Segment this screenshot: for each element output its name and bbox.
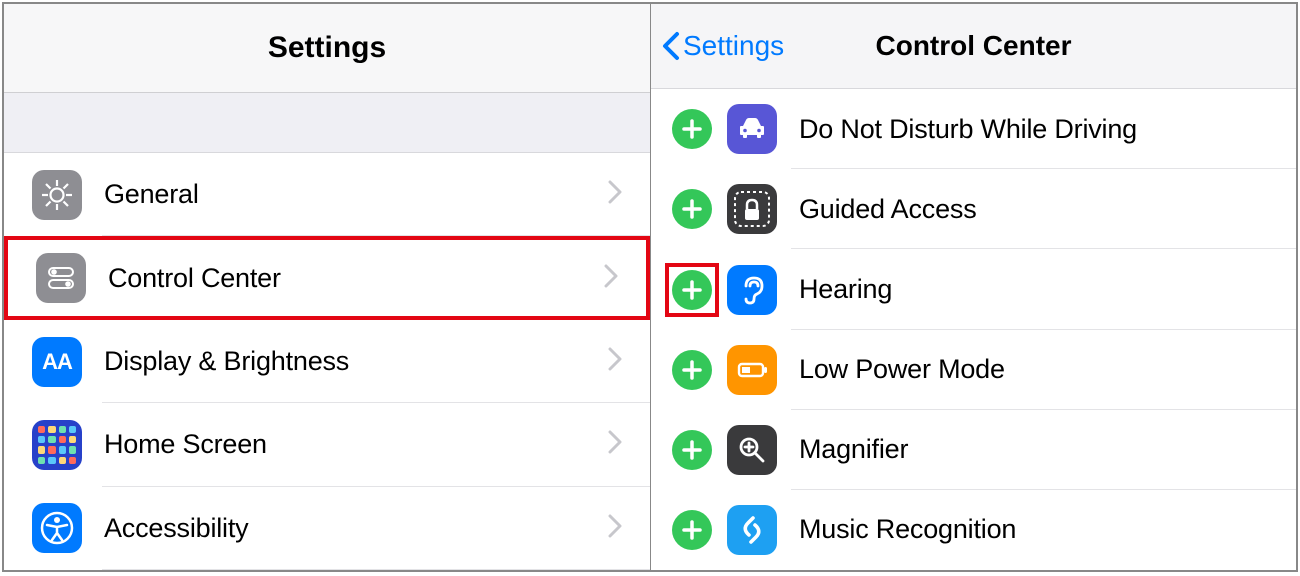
row-label: Accessibility xyxy=(104,513,248,544)
row-label: Music Recognition xyxy=(799,514,1016,545)
row-label: Guided Access xyxy=(799,194,977,225)
chevron-right-icon xyxy=(608,430,622,459)
add-wrap xyxy=(665,423,719,477)
back-button[interactable]: Settings xyxy=(659,30,784,62)
accessibility-icon xyxy=(32,503,82,553)
add-button[interactable] xyxy=(672,109,712,149)
control-center-panel: Settings Control Center Do Not Disturb W… xyxy=(651,4,1296,570)
row-dnd-driving: Do Not Disturb While Driving xyxy=(651,89,1296,169)
row-label: Hearing xyxy=(799,274,892,305)
row-label: Control Center xyxy=(108,263,281,294)
battery-icon xyxy=(727,345,777,395)
add-button[interactable] xyxy=(672,430,712,470)
row-guided-access: Guided Access xyxy=(651,169,1296,249)
ear-icon xyxy=(727,265,777,315)
row-home-screen[interactable]: Home Screen xyxy=(4,403,650,486)
add-button[interactable] xyxy=(672,189,712,229)
control-center-header: Settings Control Center xyxy=(651,4,1296,89)
row-accessibility[interactable]: Accessibility xyxy=(4,487,650,570)
back-label: Settings xyxy=(683,30,784,62)
chevron-right-icon xyxy=(608,180,622,209)
row-label: Low Power Mode xyxy=(799,354,1005,385)
display-brightness-icon: AA xyxy=(32,337,82,387)
row-label: General xyxy=(104,179,199,210)
add-wrap xyxy=(665,263,719,317)
row-label: Do Not Disturb While Driving xyxy=(799,114,1137,145)
row-general[interactable]: General xyxy=(4,153,650,236)
add-wrap xyxy=(665,343,719,397)
general-icon xyxy=(32,170,82,220)
section-gap xyxy=(4,93,650,153)
control-center-icon xyxy=(36,253,86,303)
chevron-right-icon xyxy=(608,347,622,376)
add-wrap xyxy=(665,102,719,156)
row-control-center[interactable]: Control Center xyxy=(4,236,650,319)
add-wrap xyxy=(665,182,719,236)
settings-header: Settings xyxy=(4,4,650,93)
home-screen-icon xyxy=(32,420,82,470)
magnifier-icon xyxy=(727,425,777,475)
chevron-right-icon xyxy=(608,514,622,543)
row-label: Home Screen xyxy=(104,429,267,460)
row-label: Magnifier xyxy=(799,434,908,465)
row-low-power: Low Power Mode xyxy=(651,330,1296,410)
page-title: Settings xyxy=(268,31,386,65)
add-button[interactable] xyxy=(672,350,712,390)
row-magnifier: Magnifier xyxy=(651,410,1296,490)
lock-icon xyxy=(727,184,777,234)
add-wrap xyxy=(665,503,719,557)
row-display-brightness[interactable]: AA Display & Brightness xyxy=(4,320,650,403)
row-hearing: Hearing xyxy=(651,249,1296,329)
shazam-icon xyxy=(727,505,777,555)
add-button[interactable] xyxy=(672,510,712,550)
car-icon xyxy=(727,104,777,154)
row-music-recognition: Music Recognition xyxy=(651,490,1296,570)
settings-panel: Settings General Contr xyxy=(4,4,651,570)
screenshot-container: Settings General Contr xyxy=(2,2,1298,572)
row-label: Display & Brightness xyxy=(104,346,349,377)
chevron-right-icon xyxy=(604,264,618,293)
add-button[interactable] xyxy=(672,270,712,310)
